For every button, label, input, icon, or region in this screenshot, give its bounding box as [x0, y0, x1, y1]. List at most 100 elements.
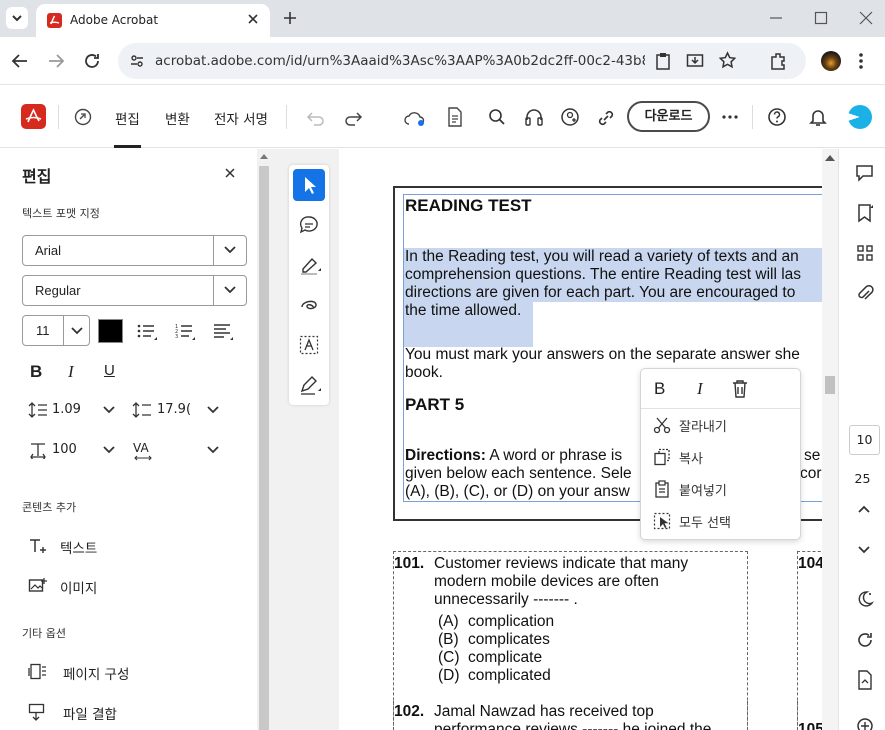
doc-directions-tail[interactable]: se — [804, 447, 820, 465]
cloud-sync-icon[interactable] — [403, 109, 427, 127]
question-line[interactable]: modern mobile devices are often — [434, 573, 659, 591]
minimize-icon[interactable] — [768, 10, 784, 26]
doc-para1-line[interactable]: In the Reading test, you will read a var… — [405, 248, 799, 266]
reload-icon[interactable] — [83, 52, 101, 70]
bullet-list-icon[interactable] — [137, 323, 159, 341]
tab-close-icon[interactable] — [246, 12, 260, 26]
question-number[interactable]: 105 — [798, 721, 822, 730]
search-icon[interactable] — [488, 108, 506, 126]
scale-value[interactable]: 100 — [52, 442, 77, 457]
document-scrollbar[interactable] — [822, 149, 838, 730]
comment-tool-icon[interactable] — [299, 215, 319, 235]
option-letter[interactable]: (C) — [438, 649, 460, 667]
doc-directions-line[interactable]: given below each sentence. Sele — [405, 465, 632, 483]
undo-icon[interactable] — [305, 108, 325, 126]
more-options-icon[interactable] — [722, 115, 738, 119]
question-number[interactable]: 101. — [394, 555, 424, 573]
font-style-select[interactable]: Regular — [22, 275, 247, 306]
user-avatar[interactable] — [848, 105, 872, 129]
question-line[interactable]: Jamal Nawzad has received top — [434, 703, 654, 721]
tab-esign[interactable]: 전자 서명 — [214, 108, 268, 128]
option-text[interactable]: complicate — [468, 649, 542, 667]
doc-directions-line[interactable]: (A), (B), (C), or (D) on your answ — [405, 483, 630, 501]
browser-tab[interactable]: Adobe Acrobat — [36, 4, 270, 37]
option-text[interactable]: complicated — [468, 667, 551, 685]
extensions-icon[interactable] — [768, 51, 788, 71]
question-line[interactable]: Customer reviews indicate that many — [434, 555, 688, 573]
italic-button[interactable]: I — [68, 362, 74, 382]
zoom-in-icon[interactable] — [856, 717, 874, 730]
text-color-swatch[interactable] — [98, 319, 123, 343]
doc-para1-line[interactable]: directions are given for each part. You … — [405, 284, 795, 302]
trash-icon[interactable] — [731, 379, 749, 399]
scroll-up-arrow-icon[interactable] — [825, 154, 835, 161]
combine-files-button[interactable]: 파일 결합 — [28, 703, 117, 723]
ctx-bold-button[interactable]: B — [654, 379, 665, 399]
organize-pages-button[interactable]: 페이지 구성 — [28, 663, 129, 683]
attachments-icon[interactable] — [856, 283, 874, 303]
comments-icon[interactable] — [855, 163, 875, 183]
highlight-tool-icon[interactable] — [299, 255, 321, 275]
forward-icon[interactable] — [47, 52, 65, 70]
question-number[interactable]: 104 — [798, 555, 822, 573]
option-text[interactable]: complicates — [468, 631, 550, 649]
chevron-down-icon[interactable] — [206, 445, 220, 455]
numbered-list-icon[interactable]: 123 — [175, 323, 197, 341]
ctx-select-all-item[interactable]: 모두 선택 — [641, 507, 800, 535]
font-size-select[interactable]: 11 — [22, 315, 90, 346]
prev-page-icon[interactable] — [857, 504, 871, 514]
install-app-icon[interactable] — [686, 52, 704, 70]
doc-para2-line[interactable]: You must mark your answers on the separa… — [405, 346, 800, 364]
read-aloud-icon[interactable] — [524, 108, 544, 126]
maximize-icon[interactable] — [813, 10, 829, 26]
url-text[interactable]: acrobat.adobe.com/id/urn%3Aaaid%3Asc%3AA… — [155, 53, 645, 69]
ctx-italic-button[interactable]: I — [697, 379, 703, 399]
select-tool-button[interactable] — [293, 169, 325, 201]
site-info-icon[interactable] — [129, 53, 145, 69]
doc-directions-tail[interactable]: cor — [800, 465, 822, 483]
tab-list-button[interactable] — [6, 7, 28, 29]
option-letter[interactable]: (A) — [438, 613, 459, 631]
rotate-icon[interactable] — [856, 631, 874, 649]
line-spacing-value[interactable]: 1.09 — [52, 402, 81, 417]
document-scrollbar-thumb[interactable] — [825, 376, 835, 394]
question-line[interactable]: performance reviews ------- he joined th… — [434, 721, 711, 730]
doc-para2-line[interactable]: book. — [405, 364, 443, 382]
paragraph-spacing-value[interactable]: 17.9( — [157, 402, 191, 417]
tab-edit[interactable]: 편집 — [115, 108, 140, 128]
ctx-paste-item[interactable]: 붙여넣기 — [641, 475, 800, 503]
clipboard-icon[interactable] — [654, 52, 672, 70]
font-family-select[interactable]: Arial — [22, 235, 247, 266]
address-bar[interactable]: acrobat.adobe.com/id/urn%3Aaaid%3Asc%3AA… — [118, 43, 806, 79]
doc-part-heading[interactable]: PART 5 — [405, 396, 464, 414]
bookmark-star-icon[interactable] — [718, 51, 737, 70]
dark-mode-icon[interactable] — [855, 589, 875, 609]
chevron-down-icon[interactable] — [102, 445, 116, 455]
doc-para1-line[interactable]: comprehension questions. The entire Read… — [405, 266, 801, 284]
tab-convert[interactable]: 변환 — [165, 108, 190, 128]
bookmarks-icon[interactable] — [856, 203, 874, 223]
current-page-input[interactable]: 10 — [849, 425, 880, 455]
option-letter[interactable]: (B) — [438, 631, 459, 649]
redo-icon[interactable] — [344, 108, 364, 126]
chevron-down-icon[interactable] — [206, 405, 220, 415]
ctx-cut-item[interactable]: 잘라내기 — [641, 411, 800, 439]
download-button[interactable]: 다운로드 — [627, 101, 710, 132]
home-icon[interactable] — [74, 108, 92, 126]
underline-button[interactable]: U — [104, 362, 115, 379]
panel-scrollbar-thumb[interactable] — [259, 166, 269, 730]
align-left-icon[interactable] — [213, 323, 235, 341]
scroll-up-arrow-icon[interactable] — [260, 153, 268, 159]
question-number[interactable]: 102. — [394, 703, 424, 721]
add-image-button[interactable]: 이미지 — [28, 577, 97, 597]
doc-para1-line[interactable]: the time allowed. — [405, 302, 521, 320]
help-icon[interactable] — [767, 107, 787, 127]
ctx-copy-item[interactable]: 복사 — [641, 443, 800, 471]
bold-button[interactable]: B — [30, 362, 42, 382]
option-letter[interactable]: (D) — [438, 667, 460, 685]
sign-tool-icon[interactable] — [299, 375, 321, 395]
text-box-tool-icon[interactable] — [299, 335, 319, 355]
option-text[interactable]: complication — [468, 613, 554, 631]
page-info-icon[interactable] — [447, 107, 463, 127]
notifications-icon[interactable] — [808, 107, 828, 127]
